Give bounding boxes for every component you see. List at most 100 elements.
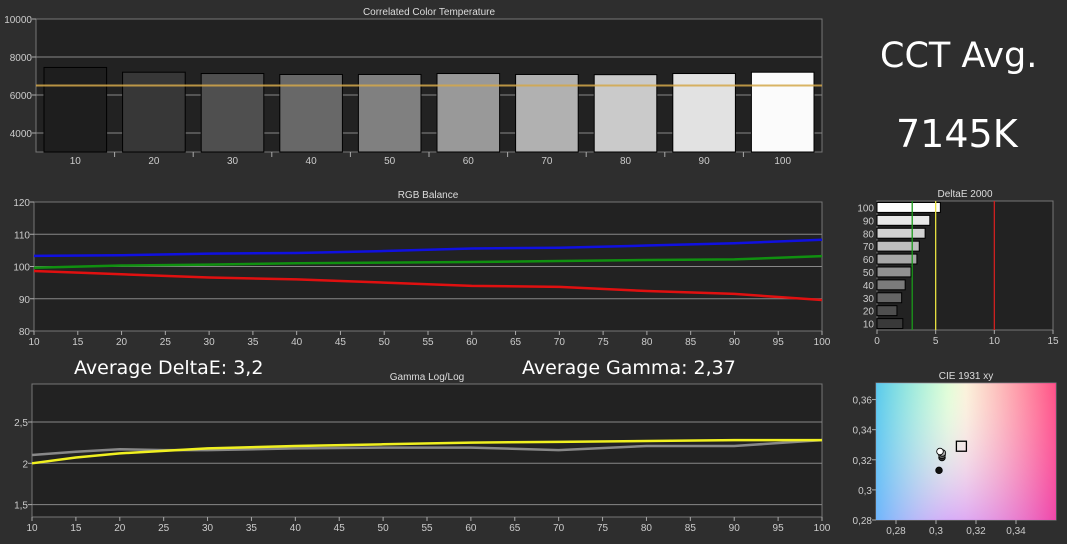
gamma-xtick-label: 60 <box>465 523 477 534</box>
gamma-xtick-label: 80 <box>641 523 653 534</box>
cie-xtick-label: 0,3 <box>929 526 943 537</box>
cie-point <box>935 466 943 475</box>
deltae-ytick-label: 10 <box>863 320 875 331</box>
cct-xtick-label: 10 <box>70 156 82 167</box>
gamma-xtick-label: 75 <box>597 523 609 534</box>
cct-xtick-label: 40 <box>306 156 318 167</box>
deltae-bar <box>876 292 903 304</box>
deltae-bar <box>876 240 920 252</box>
rgb-xtick-label: 50 <box>379 337 391 348</box>
gamma-xtick-label: 65 <box>509 523 521 534</box>
rgb-xtick-label: 70 <box>554 337 566 348</box>
cct-xtick-label: 70 <box>541 156 553 167</box>
deltae-ytick-label: 60 <box>863 255 875 266</box>
deltae-title: DeltaE 2000 <box>937 189 992 200</box>
rgb-xtick-label: 75 <box>598 337 610 348</box>
cct-bar <box>122 71 186 153</box>
deltae-xtick-label: 0 <box>874 336 880 347</box>
gamma-xtick-label: 10 <box>26 523 38 534</box>
cct-bar <box>43 66 108 153</box>
gamma-ytick-label: 1,5 <box>14 501 28 512</box>
rgb-xtick-label: 65 <box>510 337 522 348</box>
gamma-ytick-label: 2,5 <box>14 418 28 429</box>
gamma-xtick-label: 70 <box>553 523 565 534</box>
cie-xtick-label: 0,34 <box>1006 526 1026 537</box>
deltae-bar <box>876 202 941 213</box>
cie-ytick-label: 0,34 <box>853 426 873 437</box>
deltae-ytick-label: 100 <box>857 203 874 214</box>
deltae-bar <box>876 318 904 330</box>
cie-ytick-label: 0,28 <box>853 516 873 527</box>
cct-average-value: 7145K <box>896 112 1018 156</box>
cct-xtick-label: 50 <box>384 156 396 167</box>
gamma-xtick-label: 90 <box>729 523 741 534</box>
cie-ytick-label: 0,32 <box>853 456 873 467</box>
cct-ytick-label: 6000 <box>10 91 33 102</box>
cie-title: CIE 1931 xy <box>939 371 993 382</box>
gamma-xtick-label: 95 <box>773 523 785 534</box>
gamma-xtick-label: 45 <box>334 523 346 534</box>
deltae-bar <box>876 227 926 239</box>
deltae-xtick-label: 5 <box>933 336 939 347</box>
rgb-ytick-label: 90 <box>19 295 31 306</box>
gamma-xtick-label: 100 <box>814 523 831 534</box>
average-gamma: Average Gamma: 2,37 <box>522 357 736 379</box>
cie-ytick-label: 0,36 <box>853 396 873 407</box>
cie-xtick-label: 0,32 <box>966 526 986 537</box>
gamma-xtick-label: 55 <box>421 523 433 534</box>
deltae-bar <box>876 253 918 265</box>
cct-ytick-label: 8000 <box>10 53 33 64</box>
rgb-xtick-label: 85 <box>685 337 697 348</box>
cct-average-label: CCT Avg. <box>880 36 1038 76</box>
rgb-xtick-label: 15 <box>72 337 84 348</box>
cct-bar <box>750 71 815 153</box>
gamma-xtick-label: 40 <box>290 523 302 534</box>
rgb-xtick-label: 100 <box>814 337 831 348</box>
rgb-xtick-label: 60 <box>466 337 478 348</box>
cct-xtick-label: 60 <box>463 156 475 167</box>
deltae-bar <box>876 266 912 278</box>
cct-xtick-label: 30 <box>227 156 239 167</box>
cie-ytick-label: 0,3 <box>858 486 872 497</box>
rgb-xtick-label: 25 <box>160 337 172 348</box>
deltae-ytick-label: 80 <box>863 229 875 240</box>
cct-xtick-label: 80 <box>620 156 632 167</box>
cct-xtick-label: 20 <box>148 156 160 167</box>
gamma-xtick-label: 20 <box>114 523 126 534</box>
rgb-xtick-label: 40 <box>291 337 303 348</box>
deltae-bar <box>876 279 906 291</box>
deltae-xtick-label: 15 <box>1047 336 1059 347</box>
deltae-bar <box>876 305 898 317</box>
gamma-xtick-label: 25 <box>158 523 170 534</box>
rgb-xtick-label: 20 <box>116 337 128 348</box>
rgb-title: RGB Balance <box>398 190 459 201</box>
cct-xtick-label: 90 <box>699 156 711 167</box>
rgb-xtick-label: 30 <box>204 337 216 348</box>
rgb-xtick-label: 90 <box>729 337 741 348</box>
deltae-ytick-label: 40 <box>863 281 875 292</box>
rgb-ytick-label: 110 <box>14 230 30 241</box>
deltae-ytick-label: 50 <box>863 268 875 279</box>
gamma-xtick-label: 50 <box>378 523 390 534</box>
rgb-xtick-label: 35 <box>247 337 259 348</box>
deltae-ytick-label: 30 <box>863 294 875 305</box>
rgb-xtick-label: 10 <box>28 337 40 348</box>
gamma-xtick-label: 85 <box>685 523 697 534</box>
rgb-ytick-label: 120 <box>13 198 30 209</box>
rgb-xtick-label: 55 <box>422 337 434 348</box>
average-deltae: Average DeltaE: 3,2 <box>74 357 264 379</box>
deltae-xtick-label: 10 <box>989 336 1001 347</box>
rgb-xtick-label: 80 <box>641 337 653 348</box>
cct-ytick-label: 4000 <box>10 129 33 140</box>
cie-point <box>936 447 944 456</box>
rgb-ytick-label: 100 <box>13 263 30 274</box>
cie-xtick-label: 0,28 <box>886 526 906 537</box>
cct-ytick-label: 10000 <box>4 15 32 26</box>
gamma-title: Gamma Log/Log <box>390 372 465 383</box>
deltae-ytick-label: 90 <box>863 216 875 227</box>
deltae-ytick-label: 70 <box>863 242 875 253</box>
gamma-xtick-label: 30 <box>202 523 214 534</box>
gamma-xtick-label: 15 <box>70 523 82 534</box>
deltae-ytick-label: 20 <box>863 307 875 318</box>
calibration-charts: Correlated Color Temperature400060008000… <box>4 7 1059 537</box>
